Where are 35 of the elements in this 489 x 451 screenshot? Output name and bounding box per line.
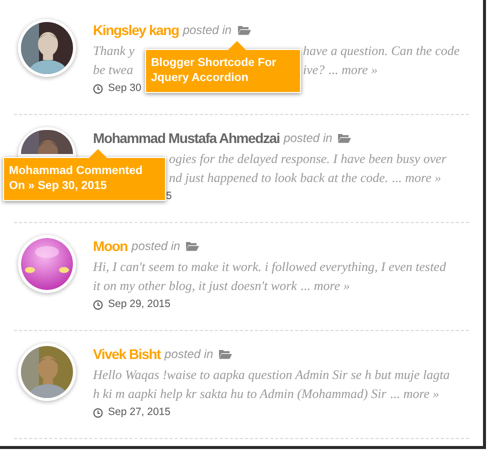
posted-in-label: posted in xyxy=(164,346,214,363)
comment-text: ive? xyxy=(303,60,325,79)
posted-in-label: posted in xyxy=(182,22,232,39)
more-link[interactable]: ... more » xyxy=(390,384,440,404)
folder-icon xyxy=(219,349,232,359)
more-link[interactable]: ... more » xyxy=(392,168,442,188)
comment-date: Sep 30 xyxy=(108,81,142,96)
comment-date: Sep 27, 2015 xyxy=(108,405,170,420)
comment-date: 5 xyxy=(166,189,172,204)
comment-text: ogies for the delayed response. I have been busy over xyxy=(169,150,446,168)
folder-icon xyxy=(186,241,200,251)
clock-icon xyxy=(93,84,103,94)
comment-text: it on my other blog, it just doesn't work xyxy=(93,276,297,295)
comment-text: nd just happened to look back at the code. xyxy=(169,168,388,187)
folder-icon xyxy=(338,133,352,143)
author-link[interactable]: Kingsley kang xyxy=(93,20,179,40)
more-link[interactable]: ... more » xyxy=(300,276,350,296)
author-link[interactable]: Moon xyxy=(93,236,128,256)
author-link[interactable]: Vivek Bisht xyxy=(93,344,161,364)
comment-date: Sep 29, 2015 xyxy=(108,297,170,312)
more-link[interactable]: ... more » xyxy=(328,60,378,80)
posted-in-label: posted in xyxy=(132,238,180,255)
comment-text: Thank y xyxy=(93,42,136,60)
author-link[interactable]: Mohammad Mustafa Ahmedzai xyxy=(93,128,280,148)
tooltip-arrow xyxy=(228,41,246,50)
clock-icon xyxy=(93,408,103,418)
tooltip-arrow xyxy=(89,149,107,158)
comment-text: Hello Waqas !waise to aapka question Admin Sir se h but muje lagta xyxy=(93,366,450,384)
comment-text: be twea xyxy=(93,60,134,79)
posted-in-label: posted in xyxy=(284,130,332,147)
clock-icon xyxy=(93,300,103,310)
folder-icon xyxy=(238,25,251,35)
comment-text: Hi, I can't seem to make it work. i followed everything, I even tested xyxy=(93,258,446,276)
comment-text: h ki m aapki help kr sakta hu to Admin (Mohammad) Sir xyxy=(93,384,386,403)
comment-text: have a question. Can the code xyxy=(303,42,460,60)
